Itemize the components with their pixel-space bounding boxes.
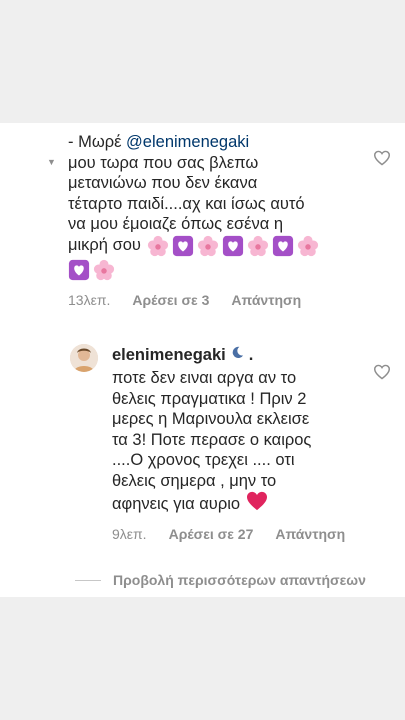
comment-2-line: ....Ο χρονος τρεχει .... οτι xyxy=(112,451,295,469)
comment-1-line: να μου έμοιαζε όπως εσένα η xyxy=(68,215,284,233)
comment-2-likes[interactable]: Αρέσει σε 27 xyxy=(169,526,254,542)
emoji-row-1 xyxy=(147,235,319,257)
comment-1-prefix: - Μωρέ xyxy=(68,133,122,151)
comments-card: ▼ - Μωρέ @elenimenegaki μου τωρα που σας… xyxy=(0,123,405,597)
dot-icon: . xyxy=(248,345,254,364)
comment-2-line: ποτε δεν ειναι αργα αν το xyxy=(112,369,297,387)
comment-2-text: ποτε δεν ειναι αργα αν το θελεις πραγματ… xyxy=(112,368,352,517)
comment-1-line: μετανιώνω που δεν έκανα xyxy=(68,174,258,192)
comment-2-line: αφηνεις για αυριο xyxy=(112,494,241,513)
view-more-label[interactable]: Προβολή περισσότερων απαντήσεων xyxy=(113,572,366,588)
purple-heart-icon xyxy=(222,235,244,257)
cherry-blossom-icon xyxy=(147,235,169,257)
comment-2-line: θελεις πραγματικα ! Πριν 2 xyxy=(112,389,307,408)
cursor-marker: ▼ xyxy=(47,157,56,167)
cherry-blossom-icon xyxy=(93,259,115,281)
red-heart-icon xyxy=(246,491,268,517)
bottom-overlay-band xyxy=(0,597,405,720)
purple-heart-icon xyxy=(172,235,194,257)
avatar[interactable] xyxy=(70,344,98,372)
comment-2-reply-button[interactable]: Απάντηση xyxy=(275,526,345,542)
comment-1-text: - Μωρέ @elenimenegaki μου τωρα που σας β… xyxy=(68,132,368,281)
top-overlay-band xyxy=(0,0,405,123)
comment-2-username[interactable]: elenimenegaki xyxy=(112,346,226,365)
cherry-blossom-icon xyxy=(197,235,219,257)
moon-icon xyxy=(230,345,245,365)
purple-heart-icon xyxy=(272,235,294,257)
divider-line xyxy=(75,579,101,581)
comment-2-line: θελεις σημερα , μην το xyxy=(112,471,277,490)
cherry-blossom-icon xyxy=(247,235,269,257)
comment-1-line: μου τωρα που σας βλεπω xyxy=(68,153,259,172)
mention-link[interactable]: @elenimenegaki xyxy=(126,133,249,151)
comment-1-line: τέταρτο παιδί....αχ και ίσως αυτό xyxy=(68,194,305,213)
purple-heart-icon xyxy=(68,259,90,281)
comment-2-line: τα 3! Ποτε περασε ο καιρος xyxy=(112,430,312,449)
comment-1-line: μικρή σου xyxy=(68,236,141,255)
comment-1-likes[interactable]: Αρέσει σε 3 xyxy=(132,292,209,308)
comment-1-time: 13λεπ. xyxy=(68,292,111,308)
comment-2-author[interactable]: elenimenegaki . xyxy=(112,345,253,365)
view-more-replies[interactable]: Προβολή περισσότερων απαντήσεων xyxy=(75,572,366,588)
cherry-blossom-icon xyxy=(297,235,319,257)
comment-2-time: 9λεπ. xyxy=(112,526,147,542)
comment-2-line: μερες η Μαρινουλα εκλεισε xyxy=(112,410,310,428)
comment-2-meta: 9λεπ. Αρέσει σε 27 Απάντηση xyxy=(112,526,345,542)
like-heart-icon[interactable] xyxy=(373,364,391,380)
comment-1-meta: 13λεπ. Αρέσει σε 3 Απάντηση xyxy=(68,292,301,308)
comment-1-reply-button[interactable]: Απάντηση xyxy=(231,292,301,308)
emoji-row-2 xyxy=(68,259,368,281)
like-heart-icon[interactable] xyxy=(373,150,391,166)
